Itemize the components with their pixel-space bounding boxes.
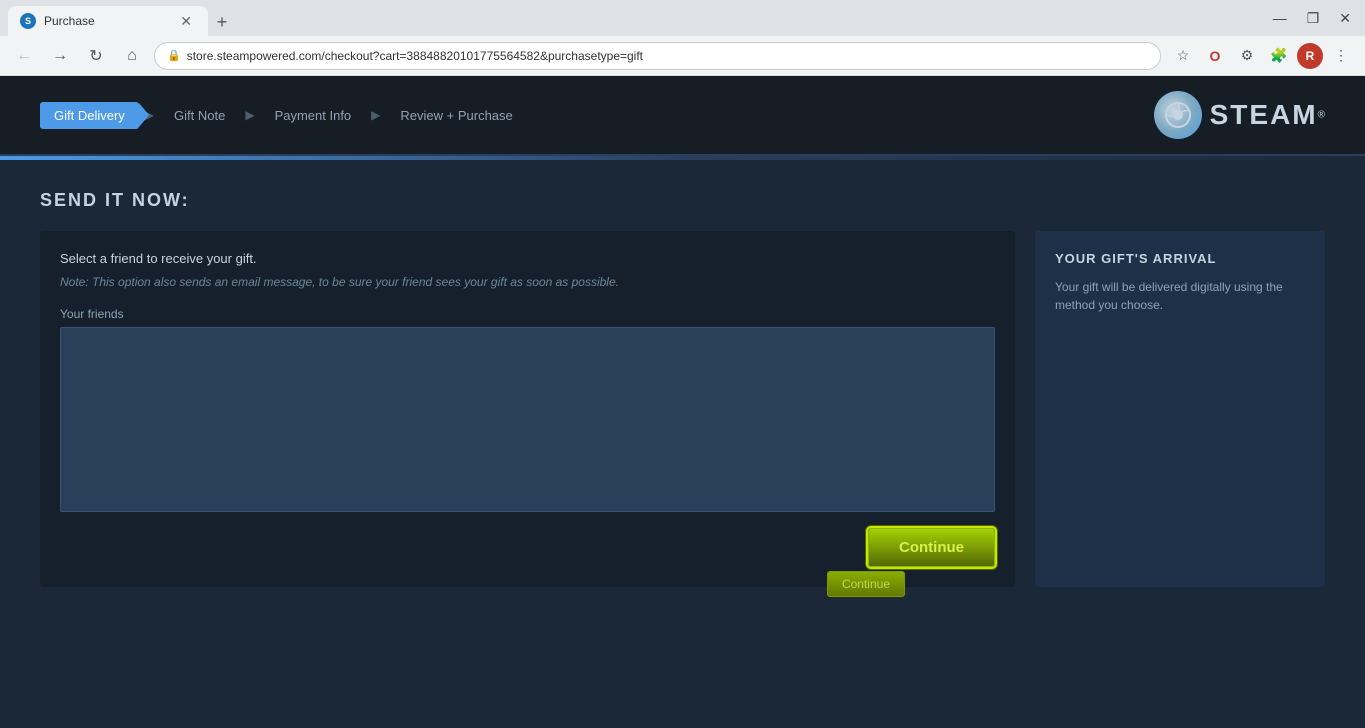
minimize-button[interactable]: —	[1267, 6, 1293, 30]
address-text: store.steampowered.com/checkout?cart=388…	[187, 49, 1148, 63]
right-panel-description: Your gift will be delivered digitally us…	[1055, 278, 1305, 314]
step-review-purchase[interactable]: Review + Purchase	[386, 102, 526, 129]
window-controls: — ❐ ✕	[1267, 6, 1357, 31]
right-panel: YOUR GIFT'S ARRIVAL Your gift will be de…	[1035, 231, 1325, 587]
maximize-button[interactable]: ❐	[1301, 6, 1326, 31]
close-window-button[interactable]: ✕	[1333, 6, 1357, 31]
steam-page: Gift Delivery ▶ Gift Note ▶ Payment Info…	[0, 76, 1365, 728]
step-gift-note-label: Gift Note	[160, 102, 239, 129]
content-row: Select a friend to receive your gift. No…	[40, 231, 1325, 587]
tab-area: S Purchase ✕ +	[8, 0, 1263, 36]
step-payment-info-label: Payment Info	[261, 102, 366, 129]
continue-button-main[interactable]: Continue	[868, 528, 995, 567]
menu-button[interactable]: ⋮	[1327, 42, 1355, 70]
profile-button[interactable]: R	[1297, 43, 1323, 69]
home-button[interactable]: ⌂	[118, 42, 146, 70]
new-tab-button[interactable]: +	[208, 8, 236, 36]
steam-logo-icon	[1154, 91, 1202, 139]
browser-tab[interactable]: S Purchase ✕	[8, 6, 208, 36]
step-arrow-2: ▶	[245, 108, 254, 122]
browser-toolbar: ← → ↻ ⌂ 🔒 store.steampowered.com/checkou…	[0, 36, 1365, 76]
toolbar-icons: ☆ O ⚙ 🧩 R ⋮	[1169, 42, 1355, 70]
extensions-button[interactable]: ⚙	[1233, 42, 1261, 70]
step-review-purchase-label: Review + Purchase	[386, 102, 526, 129]
bookmark-button[interactable]: ☆	[1169, 42, 1197, 70]
address-bar[interactable]: 🔒 store.steampowered.com/checkout?cart=3…	[154, 42, 1161, 70]
right-panel-title: YOUR GIFT'S ARRIVAL	[1055, 251, 1305, 266]
step-arrow-3: ▶	[371, 108, 380, 122]
tab-favicon: S	[20, 13, 36, 29]
steam-logo: STEAM®	[1154, 91, 1325, 139]
checkout-steps: Gift Delivery ▶ Gift Note ▶ Payment Info…	[40, 102, 1154, 129]
refresh-button[interactable]: ↻	[82, 42, 110, 70]
friends-label: Your friends	[60, 307, 995, 321]
step-gift-note[interactable]: Gift Note	[160, 102, 239, 129]
main-content: SEND IT NOW: Select a friend to receive …	[0, 160, 1365, 728]
step-gift-delivery-label: Gift Delivery	[40, 102, 139, 129]
panel-note: Note: This option also sends an email me…	[60, 274, 995, 291]
lock-icon: 🔒	[167, 49, 181, 62]
friends-list[interactable]	[60, 327, 995, 512]
section-title: SEND IT NOW:	[40, 190, 1325, 211]
steam-header: Gift Delivery ▶ Gift Note ▶ Payment Info…	[0, 76, 1365, 156]
select-friend-text: Select a friend to receive your gift.	[60, 251, 995, 266]
browser-title-bar: S Purchase ✕ + — ❐ ✕	[0, 0, 1365, 36]
puzzle-button[interactable]: 🧩	[1265, 42, 1293, 70]
continue-area: Continue Continue	[60, 528, 995, 567]
step-gift-delivery[interactable]: Gift Delivery	[40, 102, 139, 129]
left-panel: Select a friend to receive your gift. No…	[40, 231, 1015, 587]
tab-title: Purchase	[44, 14, 168, 28]
tab-close-button[interactable]: ✕	[176, 11, 196, 32]
opera-button[interactable]: O	[1201, 42, 1229, 70]
back-button[interactable]: ←	[10, 42, 38, 70]
continue-tooltip[interactable]: Continue	[827, 571, 905, 597]
steam-logo-text: STEAM®	[1210, 99, 1325, 131]
step-payment-info[interactable]: Payment Info	[261, 102, 366, 129]
forward-button[interactable]: →	[46, 42, 74, 70]
